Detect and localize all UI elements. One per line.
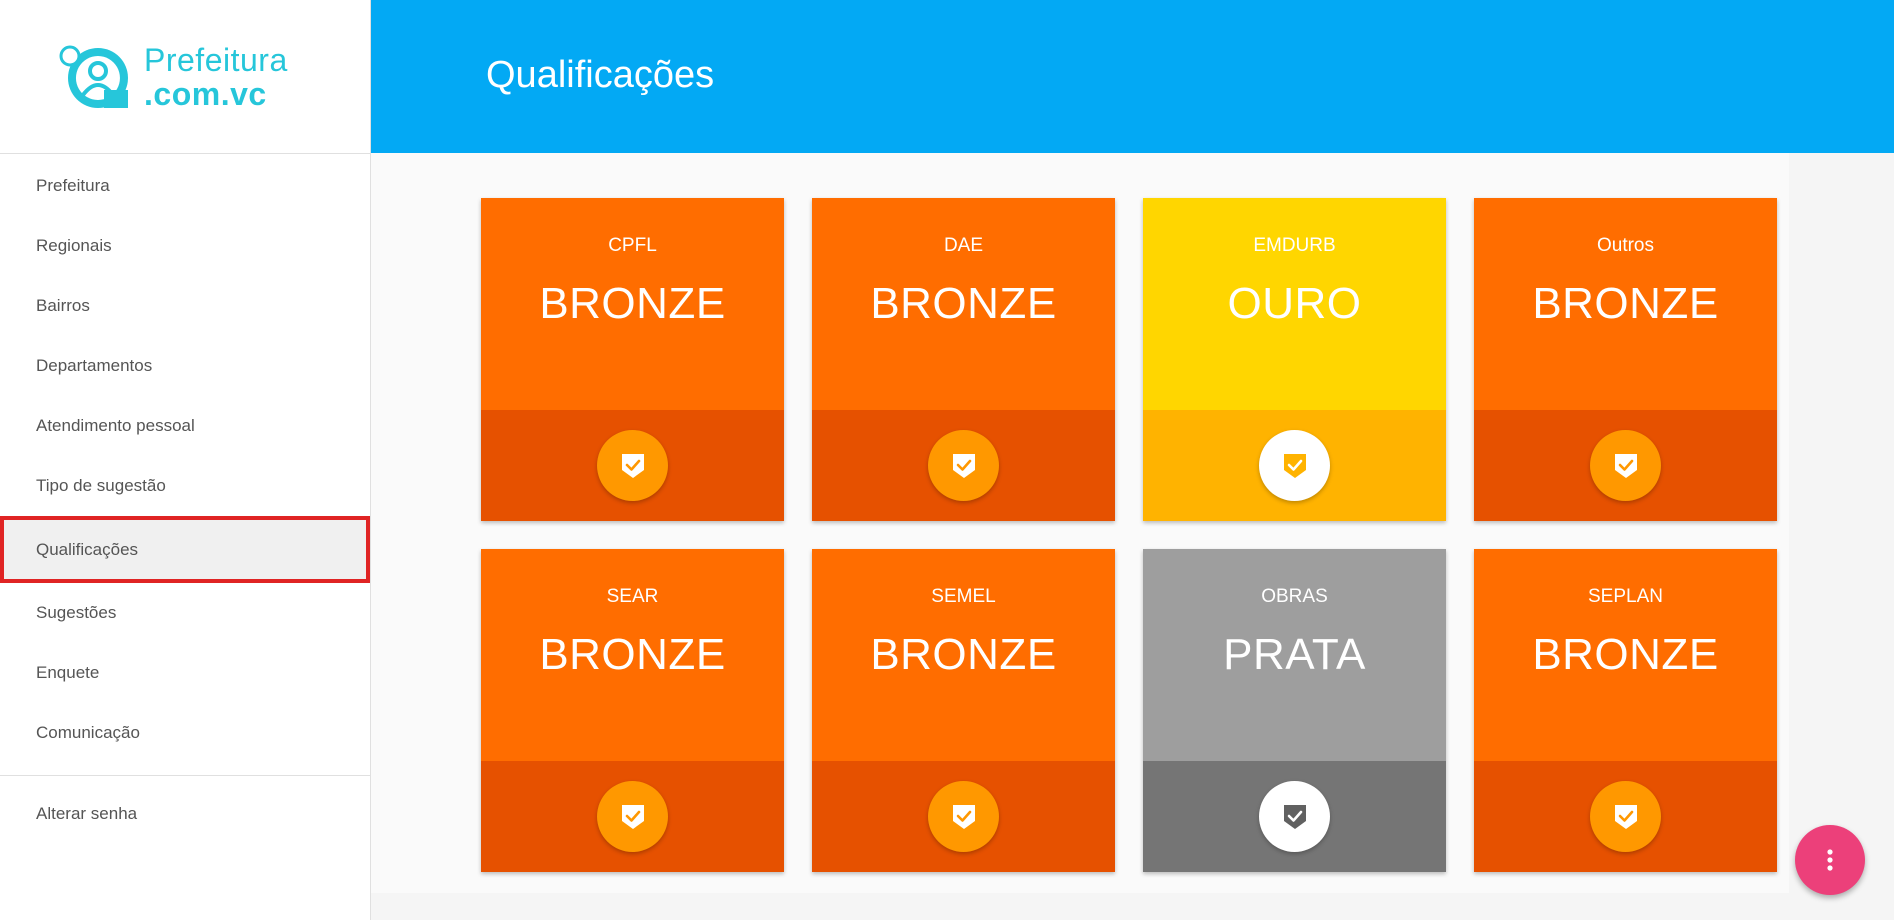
- badge: [597, 430, 668, 501]
- sidebar: Prefeitura .com.vc Prefeitura Regionais …: [0, 0, 371, 920]
- card-top: CPFL BRONZE: [481, 198, 784, 410]
- shield-check-icon: [1283, 453, 1306, 478]
- app-logo[interactable]: Prefeitura .com.vc: [0, 0, 370, 154]
- card-top: OBRAS PRATA: [1143, 549, 1446, 761]
- sidebar-nav: Prefeitura Regionais Bairros Departament…: [0, 154, 370, 763]
- qualifications-panel: CPFL BRONZE DAE BRONZE EMDURB OURO Outros BRONZ…: [371, 153, 1789, 893]
- card-department-name: CPFL: [608, 235, 657, 256]
- shield-check-icon: [1614, 453, 1637, 478]
- page-title: Qualificações: [486, 54, 715, 96]
- sidebar-item-bairros[interactable]: Bairros: [0, 276, 370, 336]
- card-level: BRONZE: [1532, 630, 1719, 679]
- card-level: BRONZE: [539, 630, 726, 679]
- sidebar-item-sugestoes[interactable]: Sugestões: [0, 583, 370, 643]
- card-bottom: [1143, 410, 1446, 521]
- card-top: Outros BRONZE: [1474, 198, 1777, 410]
- logo-line-2: .com.vc: [144, 75, 267, 112]
- more-vert-icon: [1827, 849, 1833, 871]
- card-top: EMDURB OURO: [1143, 198, 1446, 410]
- qualification-card-semel[interactable]: SEMEL BRONZE: [812, 549, 1115, 872]
- shield-check-icon: [1283, 804, 1306, 829]
- card-department-name: OBRAS: [1261, 586, 1328, 607]
- qualification-card-obras[interactable]: OBRAS PRATA: [1143, 549, 1446, 872]
- card-department-name: SEMEL: [931, 586, 996, 607]
- card-bottom: [1474, 761, 1777, 872]
- qualification-card-sear[interactable]: SEAR BRONZE: [481, 549, 784, 872]
- more-options-button[interactable]: [1795, 825, 1865, 895]
- sidebar-item-qualificacoes[interactable]: Qualificações: [0, 516, 370, 583]
- card-level: BRONZE: [539, 279, 726, 328]
- card-department-name: EMDURB: [1253, 235, 1336, 256]
- badge: [597, 781, 668, 852]
- card-top: SEAR BRONZE: [481, 549, 784, 761]
- badge: [928, 430, 999, 501]
- card-bottom: [1474, 410, 1777, 521]
- card-bottom: [812, 761, 1115, 872]
- sidebar-item-prefeitura[interactable]: Prefeitura: [0, 156, 370, 216]
- badge: [1259, 430, 1330, 501]
- qualification-card-seplan[interactable]: SEPLAN BRONZE: [1474, 549, 1777, 872]
- sidebar-item-alterar-senha[interactable]: Alterar senha: [0, 784, 370, 844]
- sidebar-item-atendimento-pessoal[interactable]: Atendimento pessoal: [0, 396, 370, 456]
- shield-check-icon: [952, 453, 975, 478]
- badge: [1259, 781, 1330, 852]
- logo-line-1: Prefeitura: [144, 41, 288, 78]
- card-department-name: SEAR: [606, 586, 659, 607]
- card-department-name: DAE: [943, 235, 984, 256]
- card-department-name: SEPLAN: [1588, 586, 1663, 607]
- qualification-card-outros[interactable]: Outros BRONZE: [1474, 198, 1777, 521]
- sidebar-item-tipo-de-sugestao[interactable]: Tipo de sugestão: [0, 456, 370, 516]
- page-header: Qualificações: [371, 0, 1894, 153]
- card-level: PRATA: [1223, 630, 1366, 679]
- logo-icon: [59, 45, 128, 108]
- card-level: BRONZE: [870, 279, 1057, 328]
- qualification-card-cpfl[interactable]: CPFL BRONZE: [481, 198, 784, 521]
- card-level: BRONZE: [870, 630, 1057, 679]
- account-nav: Alterar senha: [0, 782, 370, 844]
- qualification-card-dae[interactable]: DAE BRONZE: [812, 198, 1115, 521]
- sidebar-item-regionais[interactable]: Regionais: [0, 216, 370, 276]
- card-bottom: [481, 410, 784, 521]
- card-level: BRONZE: [1532, 279, 1719, 328]
- sidebar-item-enquete[interactable]: Enquete: [0, 643, 370, 703]
- sidebar-divider: [0, 775, 370, 776]
- shield-check-icon: [1614, 804, 1637, 829]
- card-level: OURO: [1227, 279, 1362, 328]
- badge: [1590, 781, 1661, 852]
- shield-check-icon: [621, 804, 644, 829]
- card-bottom: [481, 761, 784, 872]
- qualifications-grid: CPFL BRONZE DAE BRONZE EMDURB OURO Outros BRONZ…: [481, 198, 1777, 872]
- card-top: SEPLAN BRONZE: [1474, 549, 1777, 761]
- shield-check-icon: [621, 453, 644, 478]
- card-bottom: [1143, 761, 1446, 872]
- qualification-card-emdurb[interactable]: EMDURB OURO: [1143, 198, 1446, 521]
- shield-check-icon: [952, 804, 975, 829]
- sidebar-item-departamentos[interactable]: Departamentos: [0, 336, 370, 396]
- card-top: SEMEL BRONZE: [812, 549, 1115, 761]
- badge: [928, 781, 999, 852]
- card-department-name: Outros: [1596, 235, 1655, 256]
- card-top: DAE BRONZE: [812, 198, 1115, 410]
- sidebar-item-comunicacao[interactable]: Comunicação: [0, 703, 370, 763]
- badge: [1590, 430, 1661, 501]
- logo-text: Prefeitura .com.vc: [144, 43, 288, 111]
- card-bottom: [812, 410, 1115, 521]
